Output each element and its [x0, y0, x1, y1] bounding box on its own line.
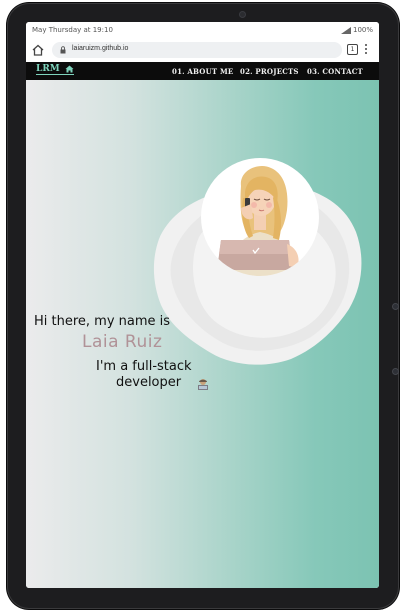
nav-projects[interactable]: 02. PROJECTS — [240, 67, 299, 76]
house-icon — [65, 65, 74, 72]
browser-menu-icon[interactable] — [364, 43, 368, 55]
browser-address-bar: laiaruizm.github.io 1 — [26, 38, 379, 63]
hero-section: Hi there, my name is Laia Ruiz I'm a ful… — [26, 80, 379, 588]
role-line-1: I'm a full-stack — [96, 359, 192, 374]
tab-switcher-button[interactable]: 1 — [347, 44, 358, 55]
browser-screen: May Thursday at 19:10 100% laiaruizm.git… — [26, 22, 379, 588]
status-bar: May Thursday at 19:10 100% — [26, 22, 379, 38]
status-time: May Thursday at 19:10 — [32, 26, 113, 34]
name-heading: Laia Ruiz — [82, 332, 163, 352]
nav-contact[interactable]: 03. CONTACT — [307, 67, 363, 76]
signal-icon — [340, 26, 351, 34]
greeting-text: Hi there, my name is — [34, 314, 171, 329]
role-line-2: developer — [116, 375, 182, 390]
lock-icon — [60, 46, 66, 54]
url-text: laiaruizm.github.io — [72, 45, 129, 52]
site-navbar: LRM 01. ABOUT ME 02. PROJECTS 03. CONTAC… — [26, 62, 379, 80]
nav-about-me[interactable]: 01. ABOUT ME — [172, 67, 233, 76]
front-camera — [239, 11, 246, 18]
site-logo[interactable]: LRM — [36, 64, 74, 75]
status-battery: 100% — [340, 26, 373, 34]
avatar-illustration — [201, 158, 319, 276]
side-button-bottom — [392, 368, 399, 375]
url-field[interactable]: laiaruizm.github.io — [52, 42, 342, 58]
side-button-top — [392, 303, 399, 310]
technologist-icon — [196, 376, 210, 395]
home-icon[interactable] — [32, 44, 44, 56]
